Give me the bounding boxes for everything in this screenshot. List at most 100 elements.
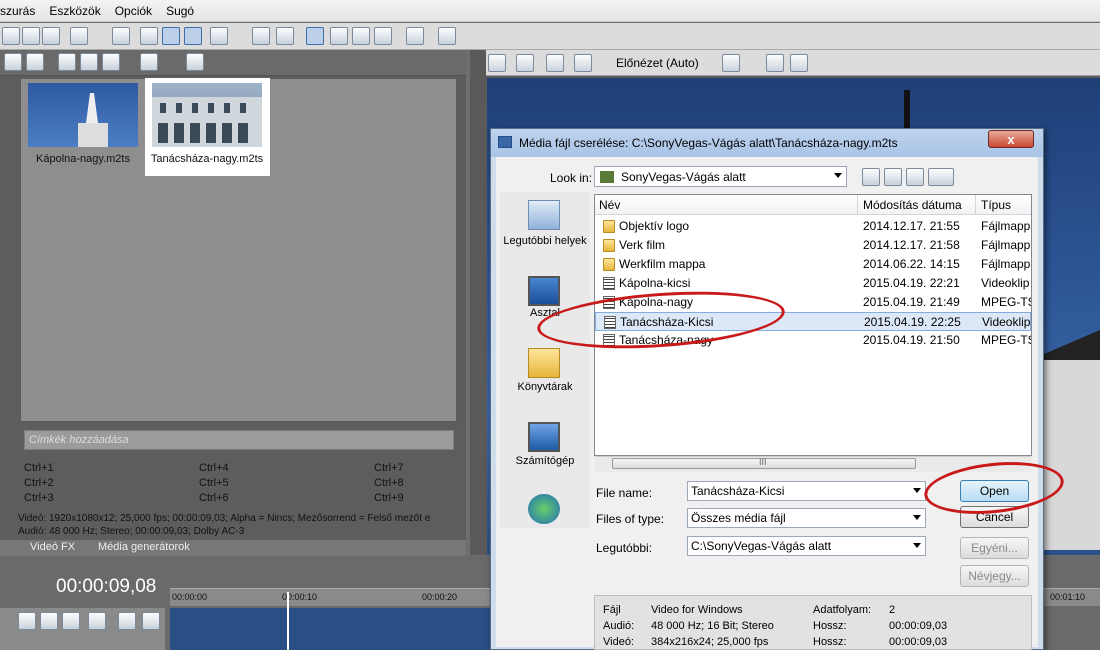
file-info-panel: Fájl Video for Windows Audió: 48 000 Hz;… [594, 595, 1032, 650]
properties-icon[interactable] [140, 27, 158, 45]
capture-icon[interactable] [26, 53, 44, 71]
tab-media-generators[interactable]: Média generátorok [98, 541, 190, 553]
up-folder-icon[interactable] [884, 168, 902, 186]
track-header [0, 608, 165, 650]
view-menu-icon[interactable] [928, 168, 954, 186]
file-type-label: Files of type: [596, 512, 665, 526]
playhead[interactable] [287, 592, 289, 650]
place-recent[interactable]: Legutóbbi helyek [500, 234, 590, 248]
place-computer[interactable]: Számítógép [500, 454, 590, 468]
fx-icon[interactable] [546, 54, 564, 72]
menu-item-tools[interactable]: Eszközök [49, 4, 100, 18]
close-button[interactable]: x [988, 130, 1034, 148]
copy-icon[interactable] [22, 27, 40, 45]
group-icon[interactable] [276, 27, 294, 45]
recent-label: Legutóbbi: [596, 541, 653, 555]
thumb-label: Tanácsháza-nagy.m2ts [150, 153, 264, 165]
help-icon[interactable] [438, 27, 456, 45]
tab-video-fx[interactable]: Videó FX [30, 541, 75, 553]
no-icon[interactable] [118, 612, 136, 630]
column-date[interactable]: Módosítás dátuma [863, 198, 962, 212]
properties-icon[interactable] [488, 54, 506, 72]
chevron-down-icon[interactable] [913, 488, 921, 493]
video-clip-strip[interactable] [170, 608, 490, 650]
file-row[interactable]: Kápolna-kicsi 2015.04.19. 22:21 Videoklip [595, 274, 1031, 293]
menu-item-options[interactable]: Opciók [115, 4, 152, 18]
shortcut-label: Ctrl+8 [374, 477, 404, 489]
save-icon[interactable] [790, 54, 808, 72]
thumb-kapolna[interactable] [28, 83, 138, 147]
townhall-image [152, 97, 262, 147]
undo-icon[interactable] [70, 27, 88, 45]
envelope-icon[interactable] [330, 27, 348, 45]
computer-icon[interactable] [528, 422, 560, 452]
recent-select[interactable]: C:\SonyVegas-Vágás alatt [687, 536, 926, 556]
chevron-down-icon[interactable] [913, 515, 921, 520]
libraries-icon[interactable] [528, 348, 560, 378]
split-screen-icon[interactable] [574, 54, 592, 72]
selection-icon[interactable] [352, 27, 370, 45]
custom-button[interactable]: Egyéni... [960, 537, 1029, 559]
column-type[interactable]: Típus [981, 198, 1011, 212]
shortcut-label: Ctrl+9 [374, 492, 404, 504]
redo-icon[interactable] [112, 27, 130, 45]
back-icon[interactable] [862, 168, 880, 186]
file-name-value: Tanácsháza-Kicsi [691, 484, 785, 498]
info-value: 384x216x24; 25,000 fps [651, 636, 769, 648]
paste-icon[interactable] [42, 27, 60, 45]
monitor-icon[interactable] [516, 54, 534, 72]
auto-ripple-icon[interactable] [184, 27, 202, 45]
crossfade-icon[interactable] [252, 27, 270, 45]
cut-icon[interactable] [2, 27, 20, 45]
zoom-icon[interactable] [374, 27, 392, 45]
import-icon[interactable] [4, 53, 22, 71]
file-row[interactable]: Werkfilm mappa 2014.06.22. 14:15 Fájlmappa [595, 255, 1031, 274]
grid-icon[interactable] [722, 54, 740, 72]
chevron-down-icon[interactable] [913, 543, 921, 548]
file-date: 2014.12.17. 21:58 [863, 238, 960, 252]
menu-item-help[interactable]: Sugó [166, 4, 194, 18]
column-name[interactable]: Név [599, 198, 620, 212]
file-type-select[interactable]: Összes média fájl [687, 508, 926, 528]
video-file-icon [603, 277, 615, 290]
copy-frame-icon[interactable] [766, 54, 784, 72]
compositing-icon[interactable] [40, 612, 58, 630]
file-row[interactable]: Verk film 2014.12.17. 21:58 Fájlmappa [595, 236, 1031, 255]
folder-icon [600, 171, 614, 183]
info-key: Hossz: [813, 620, 847, 632]
main-toolbar [0, 23, 1100, 50]
autopreview-icon[interactable] [102, 53, 120, 71]
lock-icon[interactable] [210, 27, 228, 45]
info-value: Video for Windows [651, 604, 743, 616]
scrollbar-thumb[interactable]: III [612, 457, 916, 469]
track-motion-icon[interactable] [18, 612, 36, 630]
network-icon[interactable] [528, 494, 560, 524]
search-icon[interactable] [186, 53, 204, 71]
brush-icon[interactable] [406, 27, 424, 45]
file-type: Fájlmappa [981, 257, 1031, 271]
desktop-icon[interactable] [528, 276, 560, 306]
alert-icon[interactable] [142, 612, 160, 630]
file-name: Werkfilm mappa [619, 257, 706, 271]
views-icon[interactable] [140, 53, 158, 71]
shortcut-label: Ctrl+7 [374, 462, 404, 474]
play-icon[interactable] [58, 53, 76, 71]
file-row[interactable]: Objektív logo 2014.12.17. 21:55 Fájlmappa [595, 217, 1031, 236]
tag-input[interactable]: Címkék hozzáadása [24, 430, 454, 450]
info-key: Adatfolyam: [813, 604, 872, 616]
thumb-tanacshaza[interactable] [152, 83, 262, 147]
file-name-input[interactable]: Tanácsháza-Kicsi [687, 481, 926, 501]
stop-icon[interactable] [80, 53, 98, 71]
place-libraries[interactable]: Könyvtárak [500, 380, 590, 394]
recent-places-icon[interactable] [528, 200, 560, 230]
fx-icon[interactable] [88, 612, 106, 630]
menu-item-view[interactable]: szurás [0, 4, 35, 18]
preview-quality-select[interactable]: Előnézet (Auto) [616, 56, 699, 70]
details-button[interactable]: Névjegy... [960, 565, 1029, 587]
mute-icon[interactable] [62, 612, 80, 630]
file-name-label: File name: [596, 486, 653, 500]
new-folder-icon[interactable] [906, 168, 924, 186]
normal-edit-icon[interactable] [306, 27, 324, 45]
look-in-select[interactable]: SonyVegas-Vágás alatt [594, 166, 847, 187]
snap-icon[interactable] [162, 27, 180, 45]
